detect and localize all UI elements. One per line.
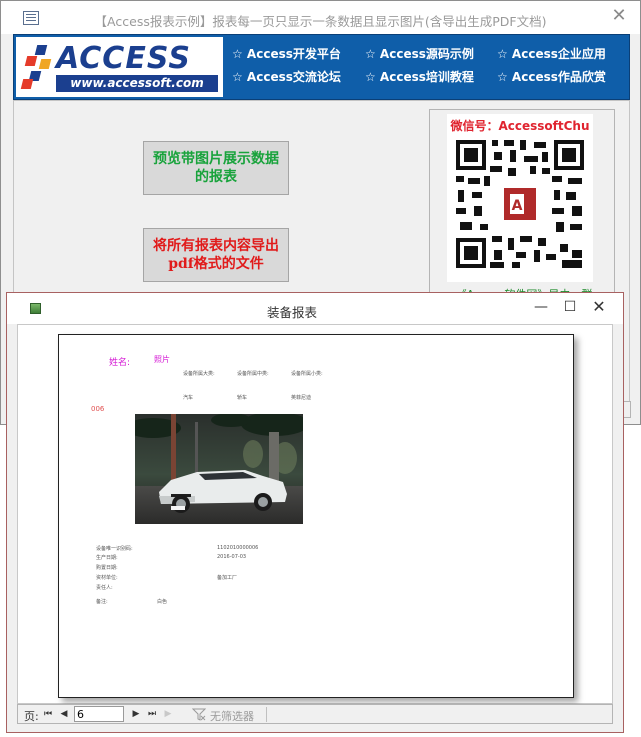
page-number-input[interactable] [74, 706, 124, 722]
detail-label-production-date: 生产日期: [96, 555, 118, 561]
last-page-button[interactable]: ⏭ [146, 707, 158, 721]
header-banner: ACCESS www.accessoft.com ☆ Access开发平台 ☆ … [13, 34, 630, 100]
logo-url: www.accessoft.com [56, 75, 218, 92]
report-window: 装备报表 — ☐ ✕ 姓名: 照片 设备所属大类: 设备所属中类: 设备所属小类… [6, 292, 624, 733]
car-photo [135, 414, 303, 524]
detail-label-unit: 资材单位: [96, 575, 118, 581]
category-value-major: 汽车 [183, 395, 194, 401]
main-close-button[interactable]: ✕ [609, 6, 629, 26]
category-header-middle: 设备所属中类: [237, 371, 269, 377]
logo-cubes-icon [20, 45, 56, 89]
nav-link-source-examples[interactable]: ☆ Access源码示例 [365, 45, 474, 62]
nav-link-enterprise-apps[interactable]: ☆ Access企业应用 [497, 45, 606, 62]
logo-word: ACCESS [56, 41, 191, 76]
no-filter-button[interactable]: 无筛选器 [210, 708, 254, 724]
photo-label: 照片 [154, 355, 170, 364]
report-page: 姓名: 照片 设备所属大类: 设备所属中类: 设备所属小类: 汽车 轿车 英菲尼… [58, 334, 574, 698]
report-titlebar: 装备报表 — ☐ ✕ [7, 293, 623, 324]
name-label: 姓名: [109, 358, 131, 368]
minimize-button[interactable]: — [529, 296, 553, 318]
qr-card: 微信号：AccessoftChu A [447, 114, 593, 282]
nav-link-showcase[interactable]: ☆ Access作品欣赏 [497, 68, 606, 85]
detail-label-purchase-date: 购置日期: [96, 565, 118, 571]
remark-label: 备注: [96, 599, 108, 605]
category-value-minor: 英菲尼迪 [291, 395, 312, 401]
qr-code-icon: A [454, 138, 586, 270]
first-page-button[interactable]: ⏮ [42, 707, 54, 721]
main-titlebar: 【Access报表示例】报表每一页只显示一条数据且显示图片(含导出生成PDF文档… [1, 1, 640, 34]
record-id: 006 [91, 405, 105, 413]
nav-separator [266, 707, 267, 722]
detail-value-uid: 1102010000006 [217, 545, 259, 551]
wechat-caption: 微信号：AccessoftChu [450, 119, 590, 133]
report-window-title: 装备报表 [266, 305, 317, 320]
detail-label-owner: 责任人: [96, 585, 113, 591]
maximize-button[interactable]: ☐ [558, 296, 582, 318]
nav-link-dev-platform[interactable]: ☆ Access开发平台 [232, 45, 341, 62]
category-header-major: 设备所属大类: [183, 371, 215, 377]
svg-text:A: A [512, 198, 523, 214]
report-close-button[interactable]: ✕ [587, 296, 611, 318]
car-photo-image [135, 414, 303, 524]
preview-report-button[interactable]: 预览带图片展示数据的报表 [143, 141, 289, 195]
category-value-middle: 轿车 [237, 395, 248, 401]
page-label: 页: [24, 710, 39, 723]
category-header-minor: 设备所属小类: [291, 371, 323, 377]
next-page-button[interactable]: ▶ [130, 707, 142, 721]
new-record-icon: ▶ [164, 709, 172, 719]
detail-value-unit: 备加工厂 [217, 575, 238, 581]
record-navigation-bar: 页: ⏮ ◀ ▶ ⏭ ▶ 无筛选器 [17, 704, 613, 724]
main-window-title: 【Access报表示例】报表每一页只显示一条数据且显示图片(含导出生成PDF文档… [94, 14, 547, 29]
remark-value: 白色 [157, 599, 168, 605]
filter-icon [192, 708, 206, 721]
detail-label-uid: 设备唯一识别码: [96, 546, 133, 552]
prev-page-button[interactable]: ◀ [58, 707, 70, 721]
report-preview-area: 姓名: 照片 设备所属大类: 设备所属中类: 设备所属小类: 汽车 轿车 英菲尼… [17, 324, 613, 704]
nav-link-training[interactable]: ☆ Access培训教程 [365, 68, 474, 85]
nav-link-forum[interactable]: ☆ Access交流论坛 [232, 68, 341, 85]
access-logo[interactable]: ACCESS www.accessoft.com [16, 37, 223, 97]
export-pdf-button[interactable]: 将所有报表内容导出pdf格式的文件 [143, 228, 289, 282]
detail-value-production-date: 2016-07-03 [217, 554, 247, 560]
